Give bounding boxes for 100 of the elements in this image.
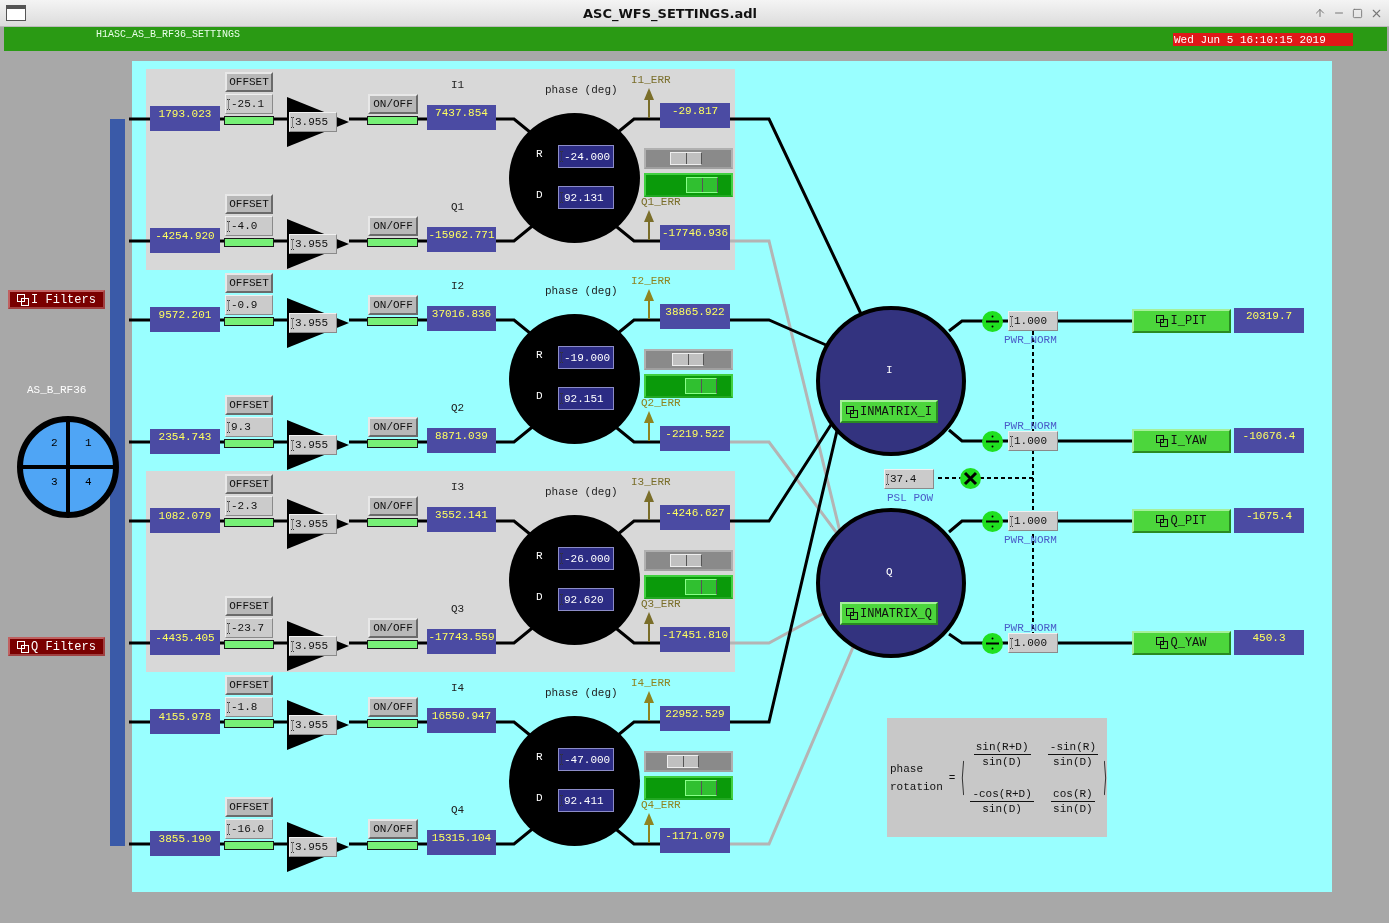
offset-button[interactable]: OFFSET xyxy=(225,596,273,616)
phase-r-field[interactable]: -24.000 xyxy=(558,145,614,168)
gain-field[interactable]: 3.955 xyxy=(289,514,337,534)
norm-field[interactable]: 1.000 xyxy=(1008,511,1058,531)
norm-field[interactable]: 1.000 xyxy=(1008,633,1058,653)
offset-field[interactable]: -1.8 xyxy=(225,697,273,717)
psl-label: PSL POW xyxy=(887,492,934,504)
d-label: D xyxy=(536,390,543,402)
output-button[interactable]: I_PIT xyxy=(1132,309,1231,333)
slider[interactable] xyxy=(644,173,733,197)
gain-field[interactable]: 3.955 xyxy=(289,715,337,735)
phase-r-field[interactable]: -26.000 xyxy=(558,547,614,570)
error-readback: -1171.079 xyxy=(660,828,730,853)
offset-field[interactable]: -4.0 xyxy=(225,216,273,236)
maximize-icon[interactable] xyxy=(1352,7,1363,19)
on-off-button[interactable]: ON/OFF xyxy=(368,496,418,516)
matrix-button[interactable]: INMATRIX_Q xyxy=(840,602,938,625)
slider[interactable] xyxy=(644,751,733,772)
output-button[interactable]: Q_PIT xyxy=(1132,509,1231,533)
slider-thumb[interactable] xyxy=(666,755,699,768)
slider[interactable] xyxy=(644,148,733,169)
matrix-label: Q xyxy=(886,566,893,578)
text-cursor-icon xyxy=(291,518,294,530)
on-off-button[interactable]: ON/OFF xyxy=(368,295,418,315)
phase-label: phase (deg) xyxy=(545,84,618,96)
slider-thumb[interactable] xyxy=(671,353,704,366)
channel-label: Q2 xyxy=(451,402,465,414)
gain-field[interactable]: 3.955 xyxy=(289,837,337,857)
on-off-button[interactable]: ON/OFF xyxy=(368,216,418,236)
offset-field[interactable]: -0.9 xyxy=(225,295,273,315)
slider[interactable] xyxy=(644,776,733,800)
output-button[interactable]: Q_YAW xyxy=(1132,631,1231,655)
norm-field[interactable]: 1.000 xyxy=(1008,431,1058,451)
on-off-button[interactable]: ON/OFF xyxy=(368,618,418,638)
phase-d-field[interactable]: 92.131 xyxy=(558,186,614,209)
slider-thumb[interactable] xyxy=(669,152,702,165)
text-cursor-icon xyxy=(227,500,230,512)
text-cursor-icon xyxy=(560,192,563,203)
on-off-button[interactable]: ON/OFF xyxy=(368,417,418,437)
matrix-button[interactable]: INMATRIX_I xyxy=(840,400,938,423)
offset-field[interactable]: -16.0 xyxy=(225,819,273,839)
text-cursor-icon xyxy=(886,473,889,485)
offset-button[interactable]: OFFSET xyxy=(225,72,273,92)
offset-button[interactable]: OFFSET xyxy=(225,395,273,415)
input-readback: 3855.190 xyxy=(150,831,220,856)
error-readback: -4246.627 xyxy=(660,505,730,530)
gain-field[interactable]: 3.955 xyxy=(289,112,337,132)
norm-label: PWR_NORM xyxy=(1004,622,1057,634)
text-cursor-icon xyxy=(560,754,563,765)
channel-label: I4 xyxy=(451,682,465,694)
error-readback: -2219.522 xyxy=(660,426,730,451)
phase-r-field[interactable]: -19.000 xyxy=(558,346,614,369)
gain-field[interactable]: 3.955 xyxy=(289,313,337,333)
slider[interactable] xyxy=(644,575,733,599)
offset-button[interactable]: OFFSET xyxy=(225,194,273,214)
phase-r-field[interactable]: -47.000 xyxy=(558,748,614,771)
offset-field[interactable]: -25.1 xyxy=(225,94,273,114)
stacked-squares-icon xyxy=(846,607,858,620)
raise-icon[interactable] xyxy=(1314,7,1326,19)
text-cursor-icon xyxy=(227,622,230,634)
on-off-button[interactable]: ON/OFF xyxy=(368,697,418,717)
filters-button[interactable]: I Filters xyxy=(8,290,105,309)
slider-thumb[interactable] xyxy=(685,579,718,595)
psl-field[interactable]: 37.4 xyxy=(884,469,934,489)
norm-field[interactable]: 1.000 xyxy=(1008,311,1058,331)
offset-button[interactable]: OFFSET xyxy=(225,675,273,695)
equals-sign: = xyxy=(948,770,956,786)
output-button[interactable]: I_YAW xyxy=(1132,429,1231,453)
up-arrow-icon xyxy=(644,88,654,118)
offset-field[interactable]: -23.7 xyxy=(225,618,273,638)
slider[interactable] xyxy=(644,349,733,370)
divide-icon xyxy=(982,633,1003,654)
slider[interactable] xyxy=(644,374,733,398)
offset-field[interactable]: -2.3 xyxy=(225,496,273,516)
slider-thumb[interactable] xyxy=(685,378,718,394)
gain-field[interactable]: 3.955 xyxy=(289,234,337,254)
offset-button[interactable]: OFFSET xyxy=(225,273,273,293)
text-cursor-icon xyxy=(560,352,563,363)
gain-field[interactable]: 3.955 xyxy=(289,636,337,656)
phase-d-field[interactable]: 92.151 xyxy=(558,387,614,410)
on-off-button[interactable]: ON/OFF xyxy=(368,819,418,839)
offset-button[interactable]: OFFSET xyxy=(225,797,273,817)
on-off-button[interactable]: ON/OFF xyxy=(368,94,418,114)
slider-thumb[interactable] xyxy=(686,177,719,193)
numerator: sin(R+D) xyxy=(973,740,1031,755)
slider-thumb[interactable] xyxy=(669,554,702,567)
text-cursor-icon xyxy=(560,553,563,564)
offset-button[interactable]: OFFSET xyxy=(225,474,273,494)
stacked-squares-icon xyxy=(1156,315,1169,327)
input-readback: 1082.079 xyxy=(150,508,220,533)
gain-field[interactable]: 3.955 xyxy=(289,435,337,455)
text-cursor-icon xyxy=(227,701,230,713)
up-arrow-icon xyxy=(644,490,654,520)
filters-button[interactable]: Q Filters xyxy=(8,637,105,656)
slider-thumb[interactable] xyxy=(685,780,718,796)
phase-d-field[interactable]: 92.620 xyxy=(558,588,614,611)
output-value: 20319.7 xyxy=(1234,308,1304,333)
phase-d-field[interactable]: 92.411 xyxy=(558,789,614,812)
slider[interactable] xyxy=(644,550,733,571)
offset-field[interactable]: 9.3 xyxy=(225,417,273,437)
